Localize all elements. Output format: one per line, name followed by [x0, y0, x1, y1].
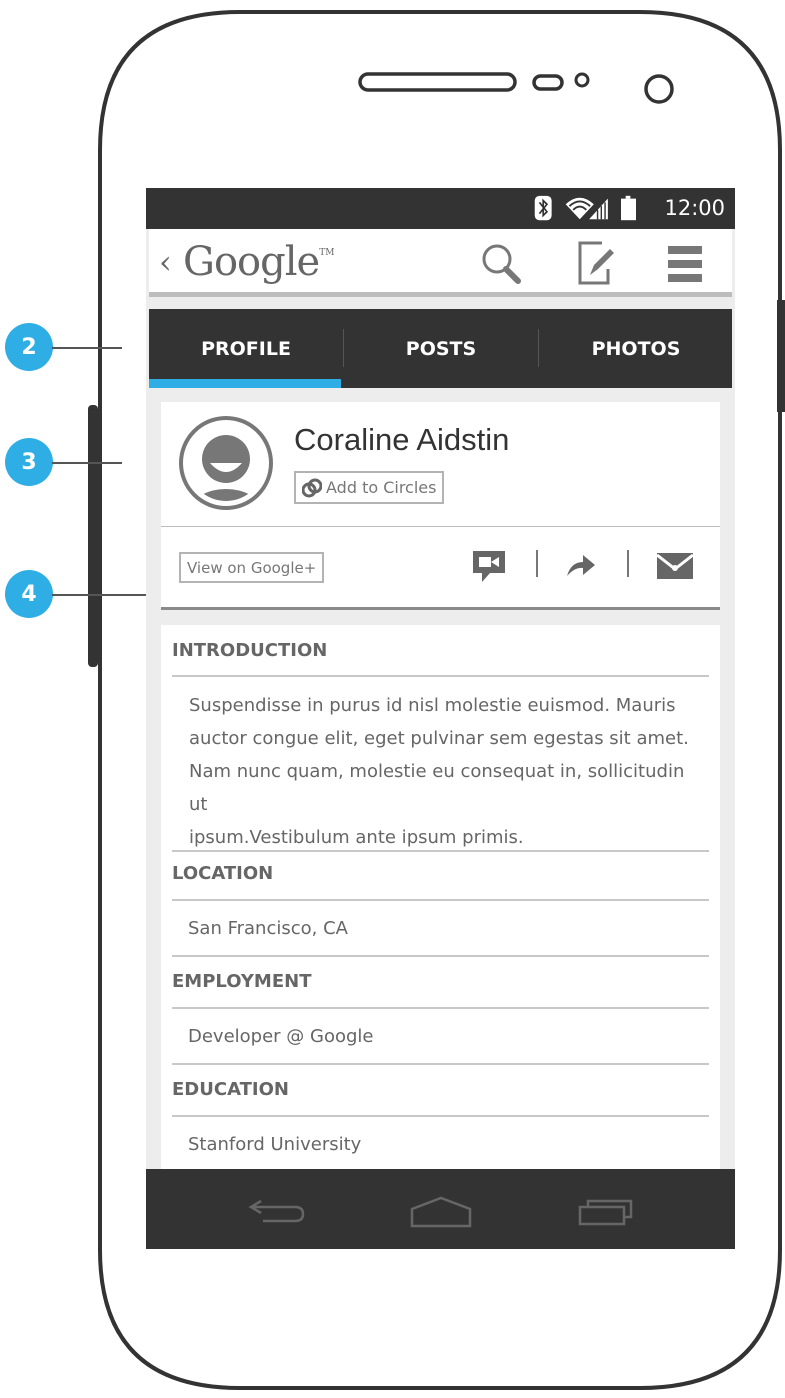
- card-divider: [161, 526, 720, 527]
- add-to-circles-button[interactable]: Add to Circles: [294, 471, 445, 504]
- callout-3-label: 3: [21, 449, 37, 475]
- employment-value: Developer @ Google: [172, 1026, 709, 1065]
- status-time: 12:00: [664, 196, 725, 220]
- wifi-icon: [565, 197, 594, 220]
- location-value: San Francisco, CA: [172, 918, 709, 957]
- trademark: TM: [319, 248, 335, 258]
- section-header-introduction: INTRODUCTION: [172, 640, 709, 677]
- view-on-google-plus-button[interactable]: View on Google+: [179, 552, 325, 583]
- search-icon[interactable]: [479, 241, 524, 286]
- app-logo[interactable]: GoogleTM: [183, 239, 334, 285]
- tab-profile-label: PROFILE: [201, 337, 291, 360]
- bluetooth-icon: [534, 195, 552, 221]
- location-text: San Francisco, CA: [188, 918, 348, 939]
- tab-photos[interactable]: PHOTOS: [539, 309, 733, 388]
- tab-posts-label: POSTS: [405, 337, 477, 360]
- view-on-google-plus-label: View on Google+: [187, 558, 317, 577]
- tab-profile[interactable]: PROFILE: [149, 309, 343, 388]
- profile-card: Coraline Aidstin Add to Circles View on …: [161, 402, 720, 610]
- navigation-bar: [146, 1169, 735, 1249]
- tab-posts[interactable]: POSTS: [344, 309, 538, 388]
- callout-4-label: 4: [21, 581, 37, 607]
- recents-icon[interactable]: [576, 1195, 638, 1227]
- intro-line: Suspendisse in purus id nisl molestie eu…: [189, 695, 676, 716]
- about-card: INTRODUCTION Suspendisse in purus id nis…: [161, 625, 720, 1249]
- intro-line: auctor congue elit, eget pulvinar sem eg…: [189, 728, 689, 749]
- profile-name: Coraline Aidstin: [294, 422, 510, 457]
- hangout-icon[interactable]: [472, 549, 508, 583]
- section-title: INTRODUCTION: [172, 640, 328, 661]
- section-top-rule: [172, 850, 709, 852]
- link-icon: [302, 478, 322, 497]
- signal-icon: [589, 198, 608, 220]
- back-icon[interactable]: [247, 1195, 309, 1225]
- callout-3: 3: [5, 438, 53, 486]
- section-header-location: LOCATION: [172, 863, 709, 901]
- avatar[interactable]: [178, 415, 274, 511]
- phone-screen: 12:00 ‹ GoogleTM PROFILE POSTS PHOTOS Co…: [146, 188, 735, 1249]
- education-text: Stanford University: [188, 1134, 362, 1155]
- intro-line: Nam nunc quam, molestie eu consequat in,…: [189, 761, 685, 815]
- callout-4: 4: [5, 570, 53, 618]
- tab-photos-label: PHOTOS: [591, 337, 681, 360]
- share-icon[interactable]: [565, 552, 597, 578]
- status-icons: [534, 195, 636, 221]
- up-chevron-icon[interactable]: ‹: [159, 243, 172, 281]
- add-to-circles-label: Add to Circles: [326, 478, 437, 497]
- section-title: EMPLOYMENT: [172, 971, 312, 992]
- status-bar: 12:00: [146, 188, 735, 229]
- action-separator: [627, 550, 629, 577]
- menu-icon[interactable]: [666, 244, 706, 284]
- compose-icon[interactable]: [572, 241, 617, 286]
- section-header-employment: EMPLOYMENT: [172, 971, 709, 1009]
- callout-3-line: [52, 462, 122, 464]
- introduction-text: Suspendisse in purus id nisl molestie eu…: [189, 689, 704, 854]
- battery-icon: [621, 195, 636, 221]
- section-title: LOCATION: [172, 863, 274, 884]
- action-separator: [536, 550, 538, 577]
- section-title: EDUCATION: [172, 1079, 289, 1100]
- callout-2: 2: [5, 323, 53, 371]
- section-header-education: EDUCATION: [172, 1079, 709, 1117]
- callout-2-line: [52, 347, 122, 349]
- tab-selected-indicator: [149, 379, 341, 388]
- callout-2-label: 2: [21, 334, 37, 360]
- app-title: Google: [183, 239, 320, 285]
- mail-icon[interactable]: [656, 552, 694, 580]
- action-bar: ‹ GoogleTM: [149, 229, 732, 297]
- tab-bar: PROFILE POSTS PHOTOS: [149, 309, 732, 388]
- employment-text: Developer @ Google: [188, 1026, 374, 1047]
- education-value: Stanford University: [172, 1134, 709, 1166]
- home-icon[interactable]: [409, 1195, 473, 1229]
